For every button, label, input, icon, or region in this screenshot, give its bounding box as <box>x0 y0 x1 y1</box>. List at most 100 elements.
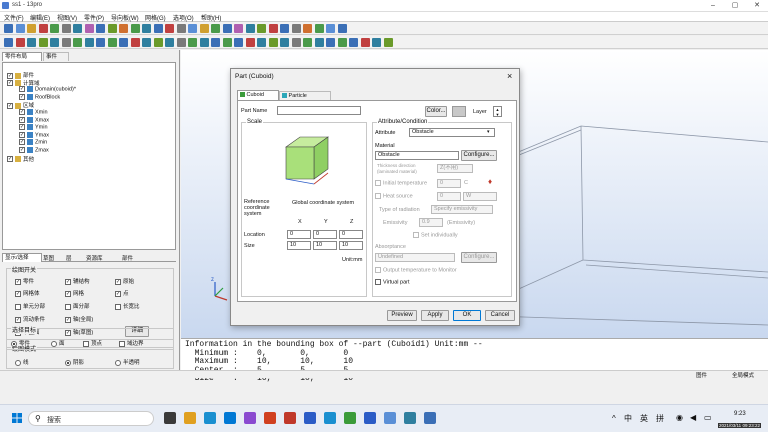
part-tool-icon[interactable] <box>176 38 186 47</box>
ok-button[interactable]: OK <box>453 310 481 321</box>
tree-item[interactable]: ✓ 部件 <box>7 71 34 79</box>
tree-checkbox[interactable]: ✓ <box>19 124 25 131</box>
part-tool-icon[interactable] <box>142 38 151 47</box>
part-tool-icon[interactable] <box>73 38 82 47</box>
tree-item[interactable]: ✓ 计算域 <box>7 79 40 87</box>
menu-guide[interactable]: 导向板(W) <box>111 13 139 22</box>
toolbar-tool-icon[interactable] <box>130 24 140 33</box>
draw-switch-checkbox[interactable]: 长宽比 <box>115 302 140 310</box>
part-tool-icon[interactable] <box>38 38 48 47</box>
tab-display-select[interactable]: 显示/选择 <box>2 253 42 262</box>
toolbar-tool-icon[interactable] <box>234 24 243 33</box>
ref-coord-value[interactable]: Global coordinate system <box>290 200 362 209</box>
toolbar-tool-icon[interactable] <box>337 24 347 33</box>
toolbar-tool-icon[interactable] <box>314 24 324 33</box>
battery-icon[interactable]: ▭ <box>704 413 712 422</box>
part-tool-icon[interactable] <box>314 38 324 47</box>
output-temp-checkbox[interactable]: Output temperature to Monitor <box>375 267 457 273</box>
toolbar-tool-icon[interactable] <box>107 24 117 33</box>
taskbar-app-icon[interactable] <box>164 412 176 424</box>
taskbar-app-icon[interactable] <box>244 412 256 424</box>
taskbar-app-icon[interactable] <box>344 412 356 424</box>
tree-checkbox[interactable]: ✓ <box>19 131 25 138</box>
part-tool-icon[interactable] <box>245 38 255 47</box>
dialog-close-icon[interactable]: × <box>507 71 512 81</box>
tree-checkbox[interactable]: ✓ <box>19 116 25 123</box>
toolbar-tool-icon[interactable] <box>38 24 48 33</box>
menu-options[interactable]: 选项(O) <box>173 13 194 22</box>
size-y-input[interactable]: 10 <box>313 241 337 250</box>
draw-switch-checkbox[interactable]: ✓ 辅结构 <box>65 277 90 285</box>
color-button[interactable]: Color... <box>425 106 447 117</box>
tree-checkbox[interactable]: ✓ <box>7 156 13 163</box>
tree-item[interactable]: ✓ Zmin <box>19 139 47 146</box>
volume-icon[interactable]: ◀ <box>690 413 696 422</box>
menu-mesh[interactable]: 网格(G) <box>145 13 166 22</box>
windows-start-icon[interactable] <box>12 413 22 423</box>
menu-help[interactable]: 帮助(H) <box>201 13 221 22</box>
draw-switch-checkbox[interactable]: ✓ 轴(全局) <box>65 315 93 323</box>
attribute-select[interactable]: Obstacle <box>409 128 495 137</box>
set-individually-checkbox[interactable]: Set individually <box>413 232 458 238</box>
thickness-select[interactable]: Z(不用) <box>437 164 473 173</box>
part-tool-icon[interactable] <box>96 38 105 47</box>
menu-file[interactable]: 文件(F) <box>4 13 24 22</box>
maximize-icon[interactable]: ▢ <box>724 0 746 12</box>
draw-switch-checkbox[interactable]: 面分部 <box>65 302 90 310</box>
initial-temp-checkbox[interactable]: Initial temperature <box>375 180 427 186</box>
location-y-input[interactable]: 0 <box>313 230 337 239</box>
tree-item[interactable]: ✓ Ymax <box>19 131 49 139</box>
cancel-button[interactable]: Cancel <box>485 310 515 321</box>
part-tool-icon[interactable] <box>280 38 289 47</box>
preview-button[interactable]: Preview <box>387 310 417 321</box>
part-tool-icon[interactable] <box>107 38 117 47</box>
part-tool-icon[interactable] <box>84 38 94 47</box>
tree-checkbox[interactable]: ✓ <box>19 139 25 146</box>
tree-item[interactable]: ✓ Xmax <box>19 116 49 124</box>
tray-chevron-icon[interactable]: ^ <box>612 414 616 423</box>
toolbar-tool-icon[interactable] <box>61 24 71 33</box>
size-z-input[interactable]: 10 <box>339 241 363 250</box>
tab-sketch[interactable]: 草图 <box>43 254 54 262</box>
toolbar-tool-icon[interactable] <box>326 24 335 33</box>
toolbar-tool-icon[interactable] <box>84 24 94 33</box>
size-x-input[interactable]: 10 <box>287 241 311 250</box>
toolbar-tool-icon[interactable] <box>15 24 25 33</box>
select-target-part[interactable]: 零件 <box>11 339 30 347</box>
initial-temp-input[interactable]: 0 <box>437 179 461 188</box>
part-tool-icon[interactable] <box>360 38 370 47</box>
tab-particle-generation[interactable]: Particle Generation <box>279 91 331 107</box>
taskbar-app-icon[interactable] <box>424 412 436 424</box>
part-tool-icon[interactable] <box>349 38 358 47</box>
draw-switch-checkbox[interactable]: 单元分部 <box>15 302 45 310</box>
draw-switch-checkbox[interactable]: ✓ 原始 <box>115 277 134 285</box>
taskbar-app-icon[interactable] <box>364 412 376 424</box>
tree-checkbox[interactable]: ✓ <box>7 80 13 87</box>
configure2-button[interactable]: Configure... <box>461 252 497 263</box>
emissivity-input[interactable]: 0.9 <box>419 218 443 227</box>
draw-mode-shade[interactable]: 阴影 <box>65 358 84 366</box>
select-target-face[interactable]: 面 <box>51 339 65 347</box>
toolbar-tool-icon[interactable] <box>119 24 128 33</box>
tab-library[interactable]: 资源库 <box>86 254 103 262</box>
draw-switch-checkbox[interactable]: ✓ 点 <box>115 289 129 297</box>
part-tool-icon[interactable] <box>268 38 278 47</box>
part-tool-icon[interactable] <box>15 38 25 47</box>
part-tool-icon[interactable] <box>291 38 301 47</box>
heat-source-input[interactable]: 0 <box>437 192 461 201</box>
toolbar-tool-icon[interactable] <box>257 24 266 33</box>
menu-part[interactable]: 零件(P) <box>84 13 104 22</box>
toolbar-tool-icon[interactable] <box>4 24 13 33</box>
taskbar-app-icon[interactable] <box>224 412 236 424</box>
select-target-domain-boundary[interactable]: 域边界 <box>119 339 144 347</box>
tree-item[interactable]: ✓ Domain(cuboid)* <box>19 86 76 93</box>
tab-part-layout[interactable]: 零件布局 <box>2 52 42 61</box>
tree-checkbox[interactable]: ✓ <box>19 147 25 153</box>
part-tool-icon[interactable] <box>211 38 220 47</box>
draw-mode-translucent[interactable]: 半透明 <box>115 358 140 366</box>
location-x-input[interactable]: 0 <box>287 230 311 239</box>
tree-checkbox[interactable]: ✓ <box>19 109 25 115</box>
layer-spinner[interactable]: ▲ ▼ <box>493 106 502 117</box>
part-tool-icon[interactable] <box>222 38 232 47</box>
part-tool-icon[interactable] <box>119 38 128 47</box>
